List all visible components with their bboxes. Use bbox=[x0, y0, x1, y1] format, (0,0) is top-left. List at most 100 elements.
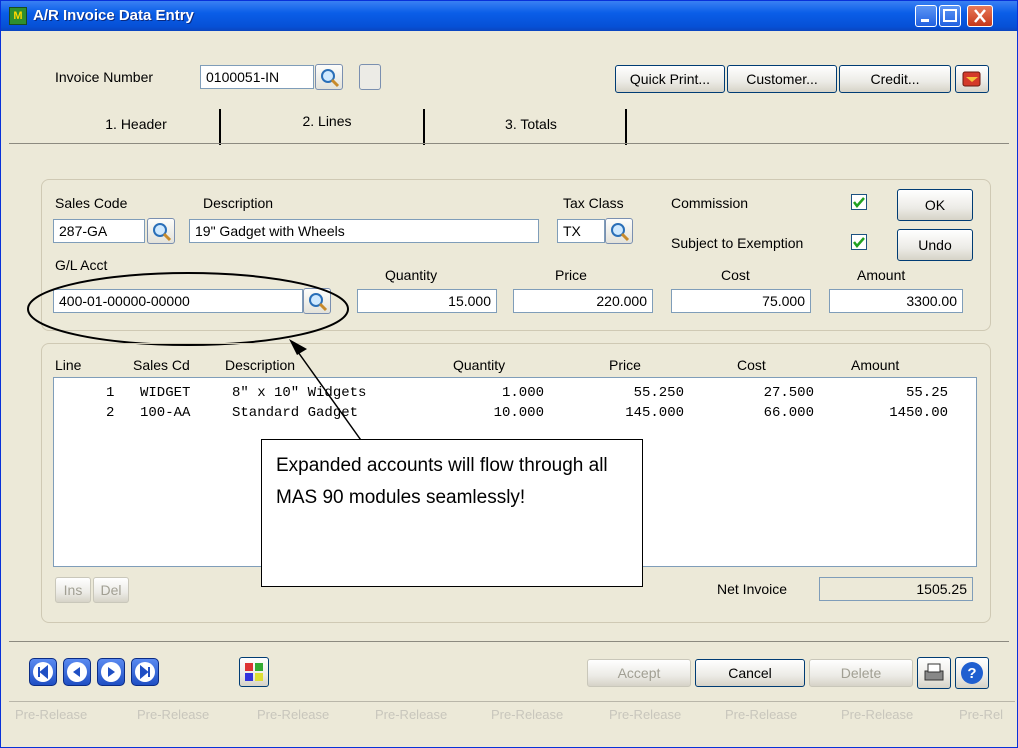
table-row[interactable]: 2 100-AA Standard Gadget 10.000 145.000 … bbox=[54, 405, 976, 423]
next-record-button[interactable] bbox=[97, 658, 125, 686]
cell-quantity: 1.000 bbox=[501, 385, 544, 401]
tax-class-lookup-button[interactable] bbox=[605, 218, 633, 244]
cell-cost: 27.500 bbox=[763, 385, 814, 401]
tab-totals[interactable]: 3. Totals bbox=[441, 107, 621, 141]
quantity-field[interactable]: 15.000 bbox=[357, 289, 497, 313]
tax-class-field[interactable]: TX bbox=[557, 219, 605, 243]
callout-arrow bbox=[289, 339, 364, 444]
description-field[interactable]: 19" Gadget with Wheels bbox=[189, 219, 539, 243]
help-button[interactable]: ? bbox=[955, 657, 989, 689]
checkmark-icon bbox=[853, 197, 865, 208]
cost-label: Cost bbox=[721, 267, 750, 283]
grid-header-sales-cd: Sales Cd bbox=[133, 357, 190, 373]
callout-box: Expanded accounts will flow through all … bbox=[261, 439, 643, 587]
status-prerelease: Pre-Release bbox=[257, 707, 330, 722]
magnifier-icon bbox=[611, 223, 630, 242]
status-prerelease: Pre-Release bbox=[491, 707, 564, 722]
last-record-button[interactable] bbox=[131, 658, 159, 686]
undo-button[interactable]: Undo bbox=[897, 229, 973, 261]
net-invoice-field: 1505.25 bbox=[819, 577, 973, 601]
cancel-button[interactable]: Cancel bbox=[695, 659, 805, 687]
delete-line-button[interactable]: Del bbox=[93, 577, 129, 603]
maximize-icon bbox=[943, 9, 957, 22]
cost-field[interactable]: 75.000 bbox=[671, 289, 811, 313]
close-button[interactable] bbox=[967, 5, 993, 27]
tab-lines[interactable]: 2. Lines bbox=[237, 101, 417, 135]
sales-code-field[interactable]: 287-GA bbox=[53, 219, 145, 243]
previous-icon bbox=[67, 662, 87, 682]
credit-button[interactable]: Credit... bbox=[839, 65, 951, 93]
tab-divider bbox=[219, 109, 221, 145]
cell-sales-cd: WIDGET bbox=[140, 385, 191, 401]
grid-header-quantity: Quantity bbox=[453, 357, 506, 373]
minimize-button[interactable] bbox=[915, 5, 937, 27]
status-prerelease: Pre-Rel bbox=[959, 707, 1004, 722]
print-button[interactable] bbox=[917, 657, 951, 689]
invoice-lookup-button[interactable] bbox=[315, 64, 343, 90]
next-icon bbox=[101, 662, 121, 682]
grid-header-price: Price bbox=[609, 357, 641, 373]
memo-button[interactable] bbox=[955, 65, 989, 93]
cell-sales-cd: 100-AA bbox=[140, 405, 191, 421]
accept-button[interactable]: Accept bbox=[587, 659, 691, 687]
sales-code-lookup-button[interactable] bbox=[147, 218, 175, 244]
footer-divider bbox=[9, 641, 1009, 642]
cell-amount: 55.25 bbox=[905, 385, 948, 401]
invoice-window: M A/R Invoice Data Entry Invoice Number … bbox=[0, 0, 1018, 748]
quick-print-button[interactable]: Quick Print... bbox=[615, 65, 725, 93]
help-icon: ? bbox=[961, 662, 983, 684]
delete-button[interactable]: Delete bbox=[809, 659, 913, 687]
previous-record-button[interactable] bbox=[63, 658, 91, 686]
grid-header-amount: Amount bbox=[851, 357, 900, 373]
close-icon bbox=[974, 9, 986, 23]
maximize-button[interactable] bbox=[939, 5, 961, 27]
cell-amount: 1450.00 bbox=[889, 405, 948, 421]
status-prerelease: Pre-Release bbox=[841, 707, 914, 722]
last-icon bbox=[135, 662, 155, 682]
quantity-label: Quantity bbox=[385, 267, 438, 283]
cell-price: 55.250 bbox=[633, 385, 684, 401]
sales-code-label: Sales Code bbox=[55, 195, 128, 211]
grid-header-line: Line bbox=[55, 357, 82, 373]
net-invoice-label: Net Invoice bbox=[717, 581, 788, 597]
grid-color-icon bbox=[245, 663, 263, 681]
commission-checkbox[interactable] bbox=[851, 194, 867, 210]
commission-label: Commission bbox=[671, 195, 749, 211]
tab-divider bbox=[423, 109, 425, 145]
window-title: A/R Invoice Data Entry bbox=[33, 7, 194, 24]
cell-line: 2 bbox=[106, 405, 115, 421]
first-record-button[interactable] bbox=[29, 658, 57, 686]
cell-cost: 66.000 bbox=[763, 405, 814, 421]
status-prerelease: Pre-Release bbox=[725, 707, 798, 722]
book-icon bbox=[962, 71, 981, 87]
grid-header-cost: Cost bbox=[737, 357, 766, 373]
ok-button[interactable]: OK bbox=[897, 189, 973, 221]
cell-line: 1 bbox=[106, 385, 115, 401]
invoice-number-field[interactable]: 0100051-IN bbox=[200, 65, 314, 89]
minimize-icon bbox=[921, 19, 929, 22]
amount-field[interactable]: 3300.00 bbox=[829, 289, 963, 313]
invoice-number-label: Invoice Number bbox=[55, 69, 154, 85]
price-label: Price bbox=[555, 267, 587, 283]
tax-class-label: Tax Class bbox=[563, 195, 624, 211]
tab-baseline bbox=[9, 143, 1009, 144]
magnifier-icon bbox=[321, 69, 340, 88]
invoice-next-button[interactable] bbox=[359, 64, 381, 90]
svg-text:?: ? bbox=[967, 665, 976, 682]
app-icon: M bbox=[9, 7, 27, 25]
description-label: Description bbox=[203, 195, 274, 211]
price-field[interactable]: 220.000 bbox=[513, 289, 653, 313]
table-row[interactable]: 1 WIDGET 8" x 10" Widgets 1.000 55.250 2… bbox=[54, 385, 976, 403]
first-icon bbox=[33, 662, 53, 682]
tab-header[interactable]: 1. Header bbox=[61, 107, 211, 141]
magnifier-icon bbox=[153, 223, 172, 242]
status-prerelease: Pre-Release bbox=[15, 707, 88, 722]
status-prerelease: Pre-Release bbox=[609, 707, 682, 722]
insert-line-button[interactable]: Ins bbox=[55, 577, 91, 603]
customer-button[interactable]: Customer... bbox=[727, 65, 837, 93]
subject-to-exemption-checkbox[interactable] bbox=[851, 234, 867, 250]
amount-label: Amount bbox=[857, 267, 906, 283]
print-setup-button[interactable] bbox=[239, 657, 269, 687]
cell-quantity: 10.000 bbox=[493, 405, 544, 421]
status-prerelease: Pre-Release bbox=[375, 707, 448, 722]
